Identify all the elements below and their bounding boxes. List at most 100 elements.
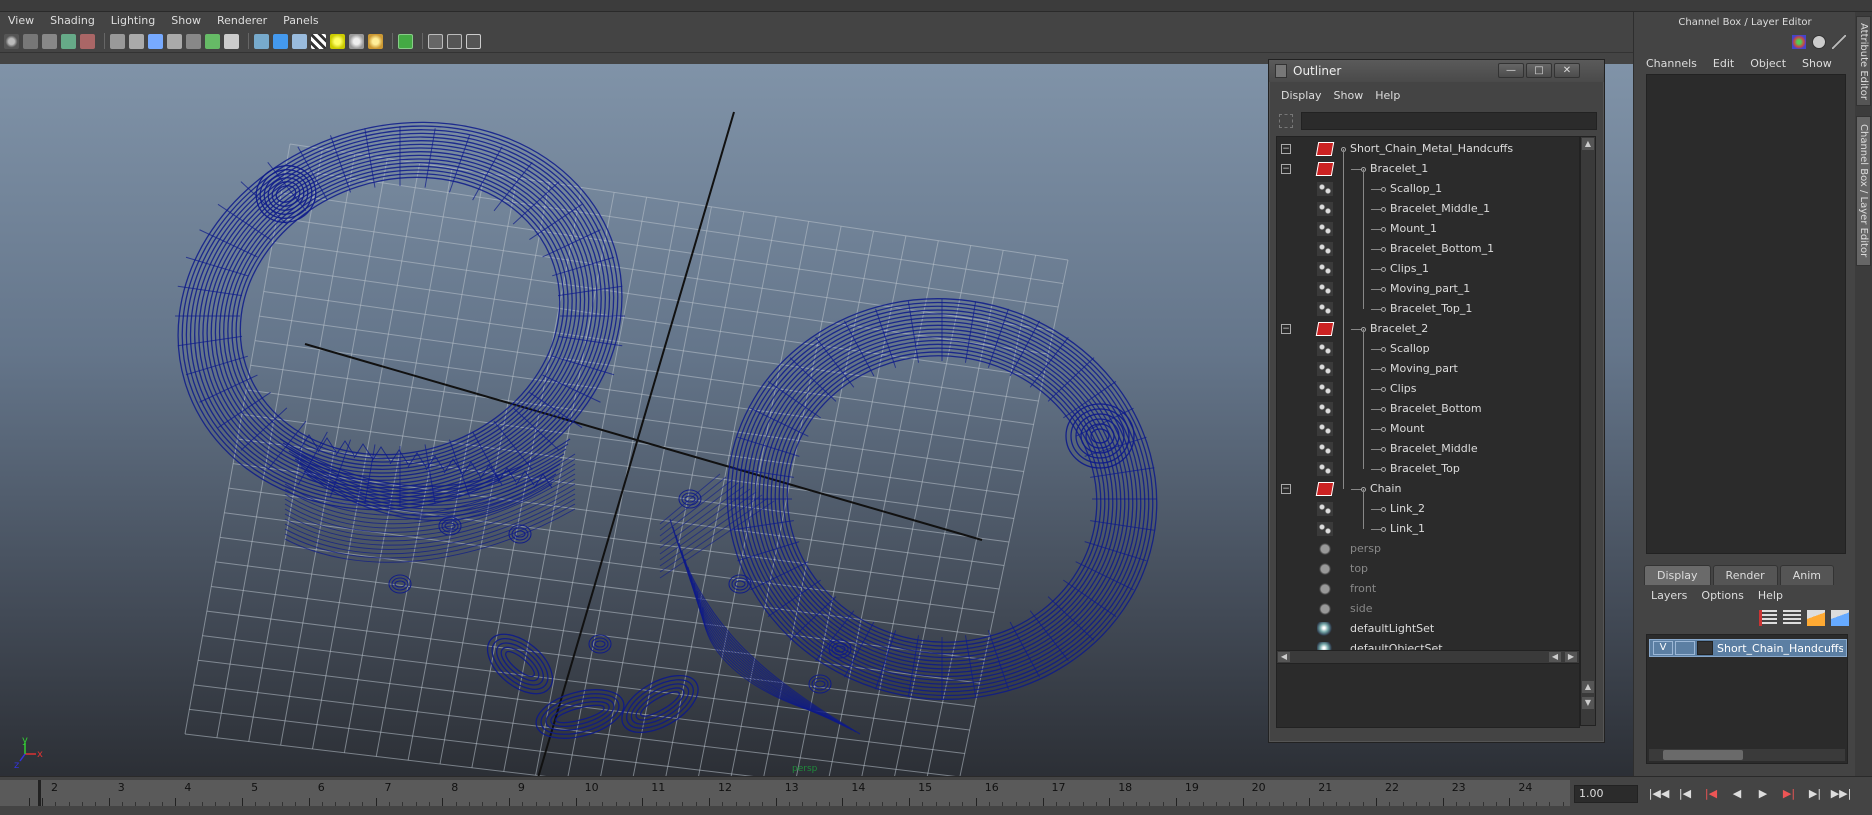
scroll-right-icon[interactable]: ▶	[1565, 652, 1577, 662]
step-forward-frame-button[interactable]: ▶|	[1804, 786, 1826, 802]
camera-attributes-icon[interactable]	[23, 33, 38, 49]
channel-box-menu-channels[interactable]: Channels	[1638, 57, 1705, 70]
resolution-gate-icon[interactable]	[148, 33, 163, 49]
step-back-frame-button[interactable]: |◀	[1674, 786, 1696, 802]
outliner-item[interactable]: Scallop_1	[1277, 179, 1577, 199]
outliner-item[interactable]: Bracelet_Top	[1277, 459, 1577, 479]
current-time-field[interactable]: 1.00	[1574, 785, 1638, 803]
scroll-down-icon[interactable]: ▼	[1582, 697, 1594, 709]
bookmark-icon[interactable]	[42, 33, 57, 49]
layer-row[interactable]: V Short_Chain_Handcuffs_l	[1649, 639, 1847, 657]
attribute-toggle-icon[interactable]	[1812, 35, 1826, 49]
safe-title-icon[interactable]	[224, 33, 239, 49]
scroll-up-icon[interactable]: ▲	[1582, 138, 1594, 150]
attribute-editor-tab[interactable]: Attribute Editor	[1856, 16, 1871, 106]
expand-toggle-icon[interactable]: −	[1281, 144, 1291, 154]
filter-icon[interactable]	[1279, 114, 1293, 128]
tab-render[interactable]: Render	[1712, 565, 1778, 585]
tab-display[interactable]: Display	[1644, 565, 1711, 585]
film-gate-icon[interactable]	[129, 33, 144, 49]
new-layer-selected-icon[interactable]	[1831, 610, 1849, 626]
outliner-item[interactable]: Clips_1	[1277, 259, 1577, 279]
outliner-item[interactable]: top	[1277, 559, 1577, 579]
outliner-item[interactable]: Bracelet_Bottom	[1277, 399, 1577, 419]
isolate-select-icon[interactable]	[398, 33, 413, 49]
outliner-titlebar[interactable]: Outliner — □ ✕	[1269, 60, 1604, 82]
play-backwards-button[interactable]: ◀	[1726, 786, 1748, 802]
grid-icon[interactable]	[110, 33, 125, 49]
maximize-button[interactable]: □	[1526, 63, 1552, 78]
outliner-item[interactable]: front	[1277, 579, 1577, 599]
smooth-shade-icon[interactable]	[273, 33, 288, 49]
outliner-menu-show[interactable]: Show	[1328, 89, 1370, 102]
go-to-start-button[interactable]: |◀◀	[1648, 786, 1670, 802]
outliner-item[interactable]: Link_2	[1277, 499, 1577, 519]
go-to-end-button[interactable]: ▶▶|	[1830, 786, 1852, 802]
xray-joints-icon[interactable]	[447, 33, 462, 49]
expand-toggle-icon[interactable]: −	[1281, 484, 1291, 494]
textured-icon[interactable]	[311, 33, 326, 49]
outliner-item[interactable]: Bracelet_Middle_1	[1277, 199, 1577, 219]
outliner-item[interactable]: persp	[1277, 539, 1577, 559]
layer-menu-layers[interactable]: Layers	[1644, 589, 1694, 602]
default-light-icon[interactable]	[330, 33, 345, 49]
outliner-item[interactable]: Moving_part	[1277, 359, 1577, 379]
step-back-key-button[interactable]: |◀	[1700, 786, 1722, 802]
minimize-button[interactable]: —	[1498, 63, 1524, 78]
layer-menu-help[interactable]: Help	[1751, 589, 1790, 602]
menu-shading[interactable]: Shading	[42, 12, 103, 30]
channel-box-menu-show[interactable]: Show	[1794, 57, 1840, 70]
image-plane-icon[interactable]	[61, 33, 76, 49]
outliner-item[interactable]: − Bracelet_1	[1277, 159, 1577, 179]
time-ruler[interactable]: 2 3 4 5 6 7 8 9 10 11 12 13 14 15 16 17 18 19 20 21 22 23 24	[0, 780, 1570, 806]
outliner-item[interactable]: Bracelet_Top_1	[1277, 299, 1577, 319]
layer-name[interactable]: Short_Chain_Handcuffs_l	[1717, 642, 1843, 655]
scroll-left-icon[interactable]: ◀	[1278, 652, 1290, 662]
layer-color-icon[interactable]	[1697, 641, 1713, 655]
tool-settings-icon[interactable]	[1832, 35, 1846, 49]
all-lights-icon[interactable]	[368, 33, 383, 49]
select-camera-icon[interactable]	[4, 33, 19, 49]
outliner-item[interactable]: Moving_part_1	[1277, 279, 1577, 299]
outliner-menu-help[interactable]: Help	[1369, 89, 1406, 102]
outliner-item[interactable]: Mount	[1277, 419, 1577, 439]
channel-box-icon[interactable]	[1792, 35, 1806, 49]
scroll-left-icon[interactable]: ◀	[1549, 652, 1561, 662]
move-layer-down-icon[interactable]	[1783, 610, 1801, 626]
outliner-item[interactable]: Bracelet_Middle	[1277, 439, 1577, 459]
menu-renderer[interactable]: Renderer	[209, 12, 275, 30]
scrollbar-thumb[interactable]	[1663, 750, 1743, 760]
menu-show[interactable]: Show	[163, 12, 209, 30]
shadows-icon[interactable]	[349, 33, 364, 49]
channel-box-menu-object[interactable]: Object	[1742, 57, 1794, 70]
layer-menu-options[interactable]: Options	[1694, 589, 1750, 602]
expand-toggle-icon[interactable]: −	[1281, 324, 1291, 334]
new-layer-icon[interactable]	[1807, 610, 1825, 626]
outliner-vertical-scrollbar[interactable]: ▲ ▲ ▼	[1580, 136, 1596, 726]
tab-anim[interactable]: Anim	[1779, 565, 1834, 585]
gate-mask-icon[interactable]	[167, 33, 182, 49]
close-button[interactable]: ✕	[1554, 63, 1580, 78]
channel-box-area[interactable]	[1646, 74, 1846, 554]
outliner-item[interactable]: Bracelet_Bottom_1	[1277, 239, 1577, 259]
layer-visibility-toggle[interactable]: V	[1653, 641, 1673, 655]
outliner-item[interactable]: Link_1	[1277, 519, 1577, 539]
move-layer-up-icon[interactable]	[1759, 610, 1777, 626]
outliner-filter-input[interactable]	[1301, 112, 1597, 130]
menu-panels[interactable]: Panels	[275, 12, 326, 30]
channel-box-menu-edit[interactable]: Edit	[1705, 57, 1742, 70]
wireframe-on-shaded-icon[interactable]	[292, 33, 307, 49]
menu-lighting[interactable]: Lighting	[103, 12, 163, 30]
two-d-pan-icon[interactable]	[80, 33, 95, 49]
play-forwards-button[interactable]: ▶	[1752, 786, 1774, 802]
xray-icon[interactable]	[428, 33, 443, 49]
share-icon[interactable]	[466, 33, 481, 49]
scroll-up-icon[interactable]: ▲	[1582, 681, 1594, 693]
outliner-item[interactable]: Scallop	[1277, 339, 1577, 359]
outliner-horizontal-scrollbar[interactable]: ◀ ◀ ▶	[1276, 650, 1580, 664]
layer-playback-toggle[interactable]	[1675, 641, 1695, 655]
menu-view[interactable]: View	[0, 12, 42, 30]
outliner-item[interactable]: Mount_1	[1277, 219, 1577, 239]
outliner-item[interactable]: Clips	[1277, 379, 1577, 399]
outliner-item[interactable]: − Chain	[1277, 479, 1577, 499]
